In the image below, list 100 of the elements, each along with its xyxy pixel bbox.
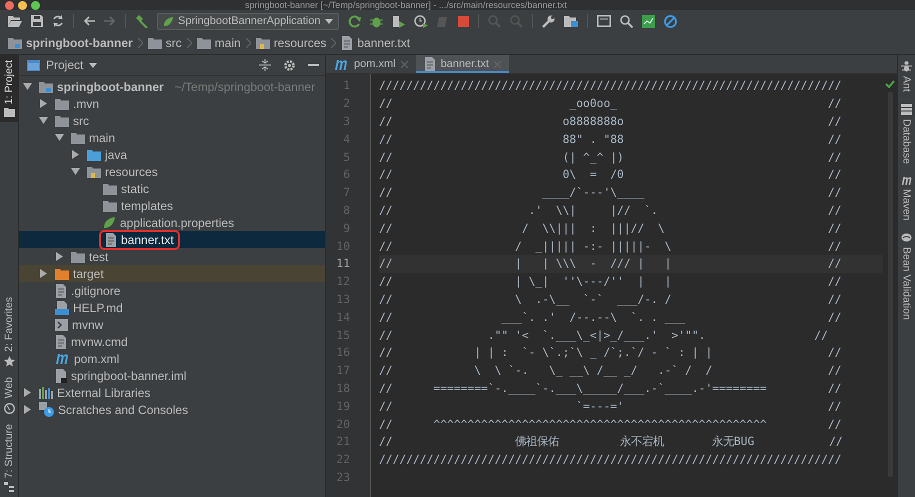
tree-item[interactable]: .mvn bbox=[53, 96, 102, 110]
text-file-icon bbox=[55, 334, 67, 348]
tool-window-tab[interactable]: Database bbox=[898, 98, 915, 170]
bug-icon[interactable] bbox=[370, 14, 382, 28]
expanded-arrow-icon[interactable] bbox=[71, 167, 80, 176]
tree-item[interactable]: src bbox=[53, 114, 91, 128]
open-folder-icon[interactable] bbox=[8, 15, 22, 27]
chart-square-icon[interactable] bbox=[642, 14, 654, 28]
tree-item[interactable]: banner.txt bbox=[101, 232, 178, 248]
terminal-window-icon[interactable] bbox=[596, 15, 610, 27]
tree-item[interactable]: static bbox=[101, 182, 152, 196]
zoom-window-icon[interactable] bbox=[31, 0, 40, 10]
coverage-icon[interactable] bbox=[392, 14, 404, 28]
code-line: // / _||||| -:- |||||- \ // bbox=[379, 238, 842, 255]
collapsed-arrow-icon[interactable] bbox=[55, 252, 64, 261]
tree-item[interactable]: HELP.md bbox=[53, 300, 125, 314]
expanded-arrow-icon[interactable] bbox=[39, 116, 48, 125]
tool-window-tab[interactable]: 2: Favorites bbox=[0, 292, 18, 372]
text-file-icon bbox=[55, 284, 67, 298]
settings-icon[interactable] bbox=[283, 58, 296, 72]
tree-item[interactable]: pom.xml bbox=[53, 352, 122, 366]
tree-item[interactable]: target bbox=[53, 266, 106, 280]
close-window-icon[interactable] bbox=[5, 0, 14, 10]
editor-tab[interactable]: banner.txt bbox=[416, 55, 509, 73]
module-file-icon bbox=[55, 368, 67, 382]
tree-item[interactable]: templates bbox=[101, 198, 176, 212]
folder-icon bbox=[71, 250, 85, 262]
text-file-icon bbox=[341, 36, 354, 50]
tool-window-tab[interactable]: Bean Validation bbox=[898, 226, 915, 326]
back-arrow-icon[interactable] bbox=[83, 16, 95, 26]
code-line: // ."" '< `.___\_<|>_/___.' >'"". // bbox=[379, 328, 829, 344]
code-line: // / \\||| : |||// \ // bbox=[379, 220, 842, 237]
tree-item[interactable]: mvnw bbox=[53, 318, 106, 332]
tree-item[interactable]: main bbox=[69, 130, 118, 144]
window-title: springboot-banner [~/Temp/springboot-banner] - .../src/main/resources/banner.txt bbox=[245, 0, 567, 10]
breadcrumb[interactable]: main bbox=[196, 36, 241, 50]
tree-item[interactable]: springboot-banner.iml bbox=[53, 368, 188, 382]
tree-item[interactable]: springboot-banner bbox=[37, 80, 166, 94]
resource-folder-icon bbox=[256, 37, 270, 49]
folder-icon bbox=[55, 268, 69, 280]
code-line: // ___`. .' /--.--\ `. . ___ // bbox=[379, 310, 842, 326]
breadcrumb[interactable]: src bbox=[148, 36, 182, 50]
globe-icon bbox=[4, 402, 14, 414]
check-icon bbox=[885, 80, 895, 88]
hammer-icon[interactable] bbox=[135, 14, 148, 28]
breadcrumb[interactable]: springboot-banner bbox=[8, 36, 133, 50]
chevron-icon bbox=[186, 38, 192, 48]
tree-item[interactable]: Scratches and Consoles bbox=[37, 402, 190, 417]
chevron-icon bbox=[138, 38, 143, 48]
project-structure-icon[interactable] bbox=[564, 15, 578, 27]
run-configuration-dropdown[interactable]: SpringbootBannerApplication bbox=[157, 12, 338, 30]
collapsed-arrow-icon[interactable] bbox=[71, 150, 80, 159]
run-icon[interactable] bbox=[348, 14, 360, 28]
code-line: // o8888888o // bbox=[379, 114, 842, 130]
folder-icon bbox=[87, 148, 101, 160]
save-icon[interactable] bbox=[31, 15, 43, 27]
code-line: //////////////////////////////////////////////////////////////////// bbox=[379, 452, 842, 468]
profiler-clock-icon[interactable] bbox=[414, 14, 428, 28]
collapsed-arrow-icon[interactable] bbox=[39, 269, 48, 278]
code-line: // 88" . "88 // bbox=[379, 132, 842, 148]
tool-window-tab[interactable]: 1: Project bbox=[0, 55, 18, 122]
tool-window-tab[interactable]: Maven bbox=[898, 170, 915, 226]
collapsed-arrow-icon[interactable] bbox=[39, 99, 48, 108]
collapsed-arrow-icon[interactable] bbox=[23, 405, 32, 414]
editor-tab[interactable]: pom.xml bbox=[326, 55, 416, 73]
tree-item[interactable]: application.properties bbox=[101, 216, 236, 230]
tree-item[interactable]: resources bbox=[85, 164, 160, 178]
stop-icon[interactable] bbox=[458, 16, 468, 26]
search-icon[interactable] bbox=[620, 14, 632, 28]
leaf-file-icon bbox=[103, 216, 116, 229]
chevron-icon bbox=[331, 38, 336, 48]
maven-m-icon bbox=[55, 353, 70, 364]
wrench-icon[interactable] bbox=[542, 14, 554, 28]
collapsed-arrow-icon[interactable] bbox=[23, 388, 32, 397]
collapse-all-icon[interactable] bbox=[259, 59, 271, 71]
selected-row-highlight[interactable]: banner.txt bbox=[19, 231, 325, 248]
prohibited-icon[interactable] bbox=[664, 14, 676, 28]
expanded-arrow-icon[interactable] bbox=[23, 82, 32, 91]
minimize-window-icon[interactable] bbox=[18, 0, 27, 10]
sync-icon[interactable] bbox=[52, 15, 64, 27]
line-number: 11 bbox=[335, 257, 350, 270]
caret-icon bbox=[89, 62, 98, 68]
expanded-arrow-icon[interactable] bbox=[55, 133, 64, 142]
tree-item[interactable]: External Libraries bbox=[37, 386, 152, 400]
excluded-row-highlight[interactable]: target bbox=[19, 265, 325, 282]
window-icon bbox=[27, 60, 40, 70]
folder-icon bbox=[148, 37, 162, 49]
tool-window-tab[interactable]: Ant bbox=[898, 55, 915, 98]
leaf-icon bbox=[163, 16, 174, 26]
tool-window-tab[interactable]: Web bbox=[0, 372, 18, 419]
tree-item[interactable]: mvnw.cmd bbox=[53, 334, 130, 348]
code-line: // ========`-.____`-.___\_____/___.-`____.-'======== // bbox=[379, 380, 842, 397]
tool-window-tab[interactable]: 7: Structure bbox=[0, 418, 18, 497]
tree-item[interactable]: .gitignore bbox=[53, 284, 122, 298]
breadcrumb[interactable]: banner.txt bbox=[341, 36, 410, 50]
ant-icon bbox=[901, 61, 912, 72]
tree-item[interactable]: test bbox=[69, 250, 110, 264]
breadcrumb[interactable]: resources bbox=[256, 36, 326, 50]
project-view-dropdown[interactable]: Project bbox=[27, 58, 98, 72]
tree-item[interactable]: java bbox=[85, 148, 130, 162]
